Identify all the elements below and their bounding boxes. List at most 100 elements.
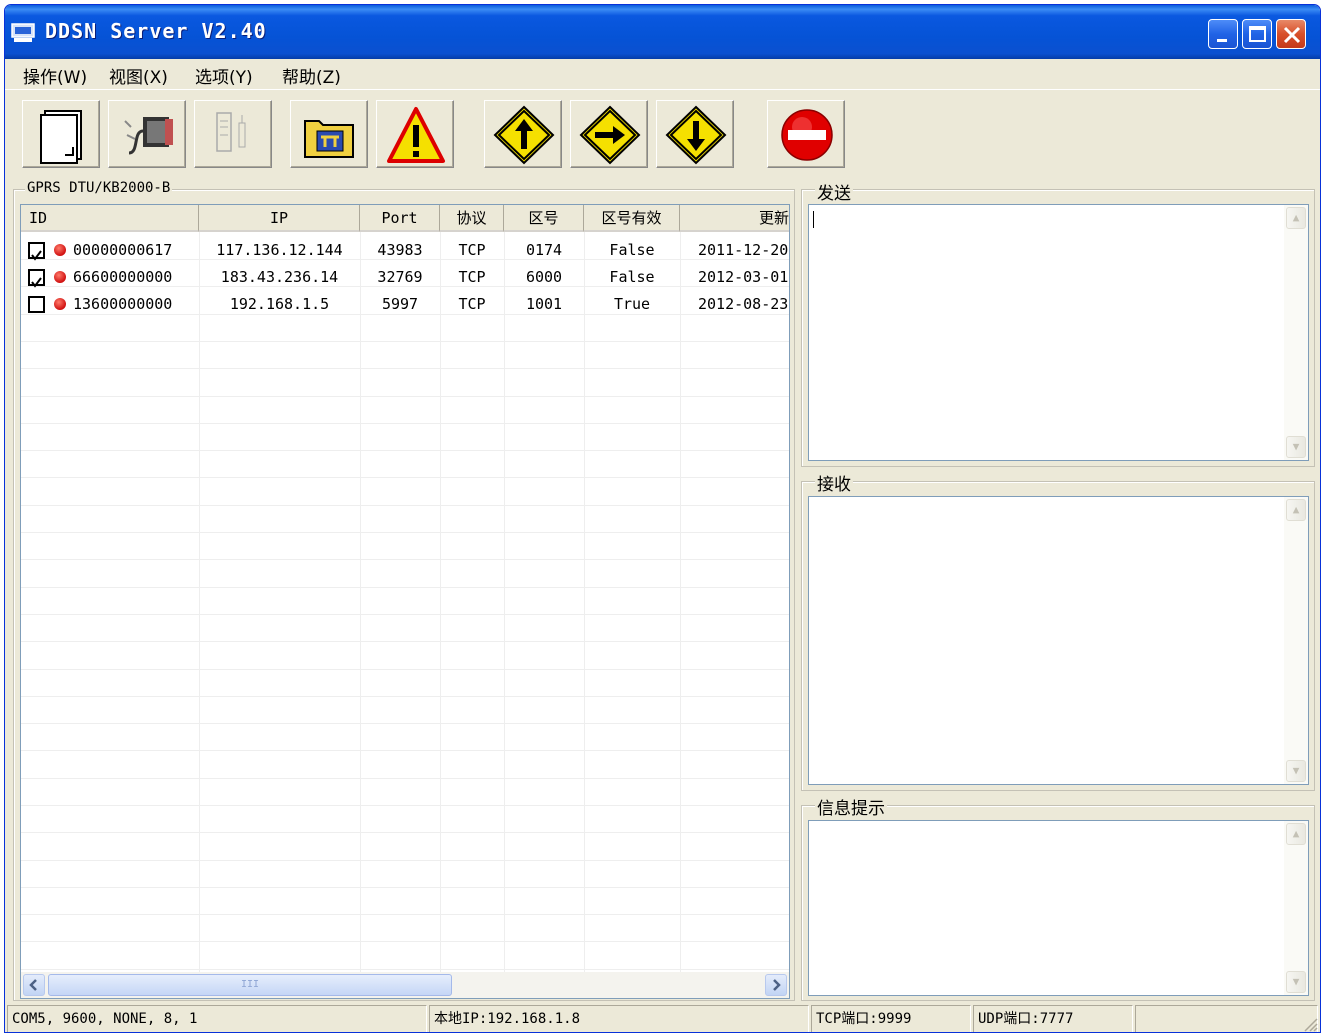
list-header: ID IP Port 协议 区号 区号有效 更新 bbox=[21, 205, 789, 232]
grid-line-horizontal bbox=[21, 969, 789, 970]
grid-line-horizontal bbox=[21, 723, 789, 724]
grid-line-vertical bbox=[680, 232, 681, 972]
grid-line-horizontal bbox=[21, 559, 789, 560]
stop-button[interactable] bbox=[767, 100, 845, 168]
maximize-button[interactable] bbox=[1242, 19, 1272, 49]
grid-line-horizontal bbox=[21, 887, 789, 888]
column-header-protocol[interactable]: 协议 bbox=[440, 205, 504, 232]
cell-ip: 192.168.1.5 bbox=[229, 295, 330, 313]
cell-ip: 117.136.12.144 bbox=[216, 241, 343, 259]
upload-button[interactable] bbox=[484, 100, 562, 168]
text-caret bbox=[813, 211, 814, 228]
send-textarea[interactable]: ▲ ▼ bbox=[808, 204, 1309, 461]
grid-line-vertical bbox=[360, 232, 361, 972]
send-group-title: 发送 bbox=[815, 179, 853, 204]
receive-textarea[interactable]: ▲ ▼ bbox=[808, 496, 1309, 785]
alarm-button[interactable] bbox=[376, 100, 454, 168]
cell-protocol: TCP bbox=[458, 295, 486, 313]
chevron-down-icon[interactable]: ▼ bbox=[1286, 760, 1306, 782]
chevron-up-icon[interactable]: ▲ bbox=[1286, 823, 1306, 845]
arrow-right-icon bbox=[579, 105, 641, 165]
document-button[interactable] bbox=[22, 100, 100, 168]
forward-button[interactable] bbox=[570, 100, 648, 168]
device-button[interactable] bbox=[194, 100, 272, 168]
cell-id: 66600000000 bbox=[73, 268, 173, 286]
minimize-button[interactable] bbox=[1208, 19, 1238, 49]
menu-view[interactable]: 视图(X) bbox=[109, 63, 168, 88]
device-list[interactable]: ID IP Port 协议 区号 区号有效 更新 00000000617 117… bbox=[20, 204, 790, 999]
column-header-zone-valid[interactable]: 区号有效 bbox=[584, 205, 680, 232]
grid-line-horizontal bbox=[21, 505, 789, 506]
chevron-down-icon[interactable]: ▼ bbox=[1286, 971, 1306, 993]
grid-line-horizontal bbox=[21, 669, 789, 670]
settings-folder-icon bbox=[304, 120, 354, 158]
table-row[interactable]: 13600000000 192.168.1.5 5997 TCP 1001 Tr… bbox=[21, 291, 789, 318]
scroll-right-button[interactable] bbox=[765, 974, 787, 996]
offline-status-icon bbox=[54, 244, 66, 256]
grid-line-horizontal bbox=[21, 450, 789, 451]
row-checkbox[interactable] bbox=[28, 296, 45, 313]
maximize-icon bbox=[1249, 26, 1266, 42]
cell-updated: 2011-12-20 bbox=[698, 241, 789, 259]
title-bar[interactable]: DDSN Server V2.40 bbox=[5, 5, 1320, 59]
grid-line-horizontal bbox=[21, 532, 789, 533]
settings-button[interactable] bbox=[290, 100, 368, 168]
grid-line-vertical bbox=[504, 232, 505, 972]
column-header-updated[interactable]: 更新 bbox=[680, 205, 789, 232]
grid-line-horizontal bbox=[21, 941, 789, 942]
cell-zone-valid: False bbox=[609, 241, 655, 259]
serial-connect-button[interactable] bbox=[108, 100, 186, 168]
grid-line-horizontal bbox=[21, 368, 789, 369]
scroll-thumb-grip: III bbox=[240, 979, 260, 990]
grid-line-vertical bbox=[584, 232, 585, 972]
chevron-up-icon[interactable]: ▲ bbox=[1286, 499, 1306, 521]
toolbar bbox=[5, 89, 1320, 179]
info-group-title: 信息提示 bbox=[815, 794, 887, 819]
grid-line-horizontal bbox=[21, 423, 789, 424]
column-header-zone[interactable]: 区号 bbox=[504, 205, 584, 232]
cell-protocol: TCP bbox=[458, 268, 486, 286]
grid-line-horizontal bbox=[21, 860, 789, 861]
cell-port: 5997 bbox=[381, 295, 419, 313]
cell-ip: 183.43.236.14 bbox=[220, 268, 339, 286]
table-row[interactable]: 66600000000 183.43.236.14 32769 TCP 6000… bbox=[21, 264, 789, 291]
chevron-right-icon bbox=[773, 979, 781, 991]
arrow-down-icon bbox=[665, 105, 727, 165]
cell-id: 00000000617 bbox=[73, 241, 173, 259]
grid-line-horizontal bbox=[21, 805, 789, 806]
window-title: DDSN Server V2.40 bbox=[45, 19, 267, 43]
cell-port: 32769 bbox=[377, 268, 423, 286]
device-icon bbox=[216, 112, 246, 152]
cell-updated: 2012-08-23 bbox=[698, 295, 789, 313]
column-header-port[interactable]: Port bbox=[360, 205, 440, 232]
stop-icon bbox=[781, 109, 833, 161]
info-textarea[interactable]: ▲ ▼ bbox=[808, 820, 1309, 996]
table-row[interactable]: 00000000617 117.136.12.144 43983 TCP 017… bbox=[21, 237, 789, 264]
grid-line-horizontal bbox=[21, 396, 789, 397]
scroll-left-button[interactable] bbox=[23, 974, 45, 996]
send-vertical-scrollbar[interactable]: ▲ ▼ bbox=[1284, 205, 1308, 460]
scroll-thumb[interactable]: III bbox=[48, 974, 452, 996]
receive-group-title: 接收 bbox=[815, 470, 853, 495]
close-button[interactable] bbox=[1276, 19, 1306, 49]
document-icon bbox=[40, 110, 82, 164]
status-bar: COM5, 9600, NONE, 8, 1 本地IP:192.168.1.8 … bbox=[5, 1003, 1320, 1032]
menu-options[interactable]: 选项(Y) bbox=[195, 63, 253, 88]
receive-vertical-scrollbar[interactable]: ▲ ▼ bbox=[1284, 497, 1308, 784]
app-window: DDSN Server V2.40 操作(W) 视图(X) 选项(Y) 帮助(Z… bbox=[4, 4, 1321, 1033]
column-header-ip[interactable]: IP bbox=[199, 205, 360, 232]
row-checkbox[interactable] bbox=[28, 269, 45, 288]
chevron-up-icon[interactable]: ▲ bbox=[1286, 207, 1306, 229]
cell-zone: 1001 bbox=[525, 295, 563, 313]
info-vertical-scrollbar[interactable]: ▲ ▼ bbox=[1284, 821, 1308, 995]
download-button[interactable] bbox=[656, 100, 734, 168]
arrow-up-icon bbox=[493, 105, 555, 165]
menu-operate[interactable]: 操作(W) bbox=[23, 63, 87, 88]
chevron-down-icon[interactable]: ▼ bbox=[1286, 436, 1306, 458]
resize-grip-icon[interactable] bbox=[1302, 1016, 1318, 1032]
column-header-id[interactable]: ID bbox=[21, 205, 199, 232]
menu-help[interactable]: 帮助(Z) bbox=[282, 63, 341, 88]
row-checkbox[interactable] bbox=[28, 242, 45, 261]
cell-zone: 6000 bbox=[525, 268, 563, 286]
horizontal-scrollbar[interactable]: III bbox=[21, 972, 789, 998]
